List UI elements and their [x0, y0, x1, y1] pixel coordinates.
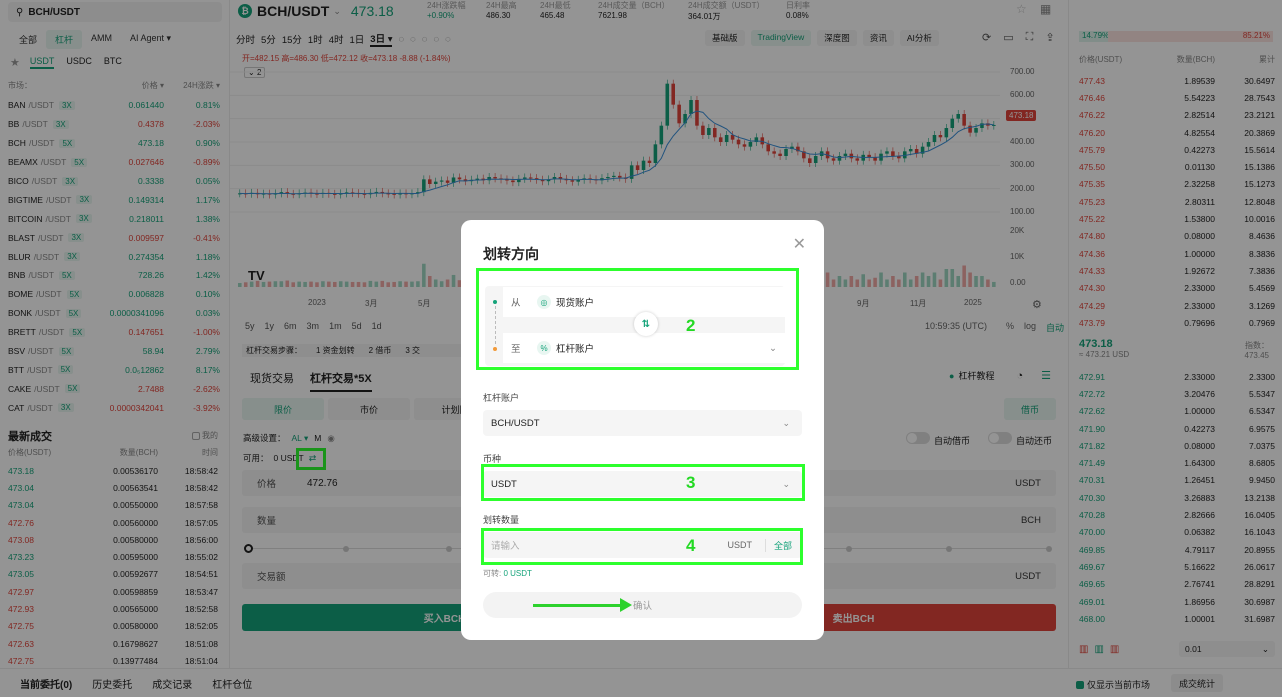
modal-title: 划转方向 [483, 246, 539, 262]
step-number: 2 [686, 316, 696, 335]
amount-label: 划转数量 [483, 515, 520, 525]
close-icon[interactable]: ✕ [793, 234, 806, 254]
highlight-coin [481, 464, 805, 501]
highlight-amount [481, 528, 803, 565]
transfer-modal: 划转方向 ✕ 从 ◎ 现货账户 至 % 杠杆账户 ⌄ ⇅ 杠杆账户 BCH/US… [461, 220, 824, 640]
confirm-button[interactable]: 确认 [483, 592, 802, 618]
margin-account-select[interactable]: BCH/USDT ⌄ [483, 410, 802, 436]
step-number: 4 [686, 536, 696, 555]
chevron-down-icon: ⌄ [782, 417, 790, 428]
highlight-direction [476, 268, 799, 370]
margin-account-label: 杠杆账户 [483, 393, 520, 403]
transferable-amount: 可转: 0 USDT [483, 569, 532, 578]
step-number: 3 [686, 473, 696, 492]
annotation-arrow [533, 598, 632, 612]
